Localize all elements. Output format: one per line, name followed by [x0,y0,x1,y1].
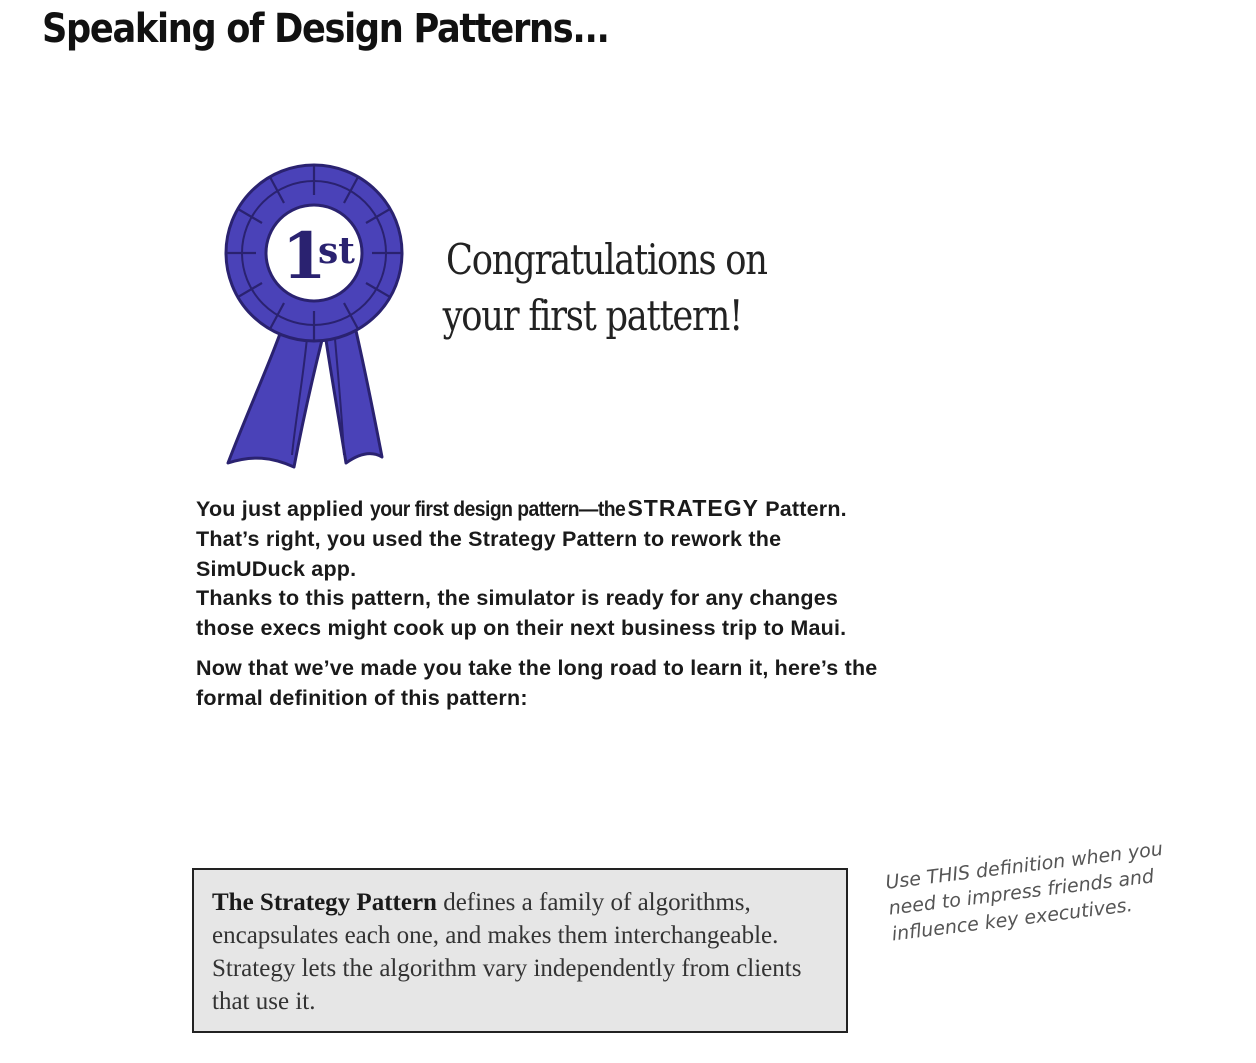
congrats-line-2: your first pattern! [442,291,744,340]
p1-intro: You just applied [196,497,370,521]
ribbon-suffix-text: st [318,230,355,272]
congratulations-heading: Congratulations on your first pattern! [442,232,799,344]
strategy-keyword: STRATEGY [627,495,759,521]
paragraph-3: Now that we’ve made you take the long ro… [196,655,878,710]
p1-narrow: your first design pattern—the [369,497,626,521]
body-text: You just applied your first design patte… [196,494,896,714]
handwritten-side-note: Use THIS definition when you need to imp… [884,832,1201,947]
definition-pattern-name: The Strategy Pattern [212,889,437,916]
paragraph-1: You just applied your first design patte… [196,494,896,584]
paragraph-2: Thanks to this pattern, the simulator is… [196,586,847,641]
first-place-ribbon-icon: 1 st [222,155,418,475]
page-title: Speaking of Design Patterns... [42,6,610,52]
strategy-definition-box: The Strategy Pattern defines a family of… [192,868,848,1033]
congrats-line-1: Congratulations on [446,235,768,284]
